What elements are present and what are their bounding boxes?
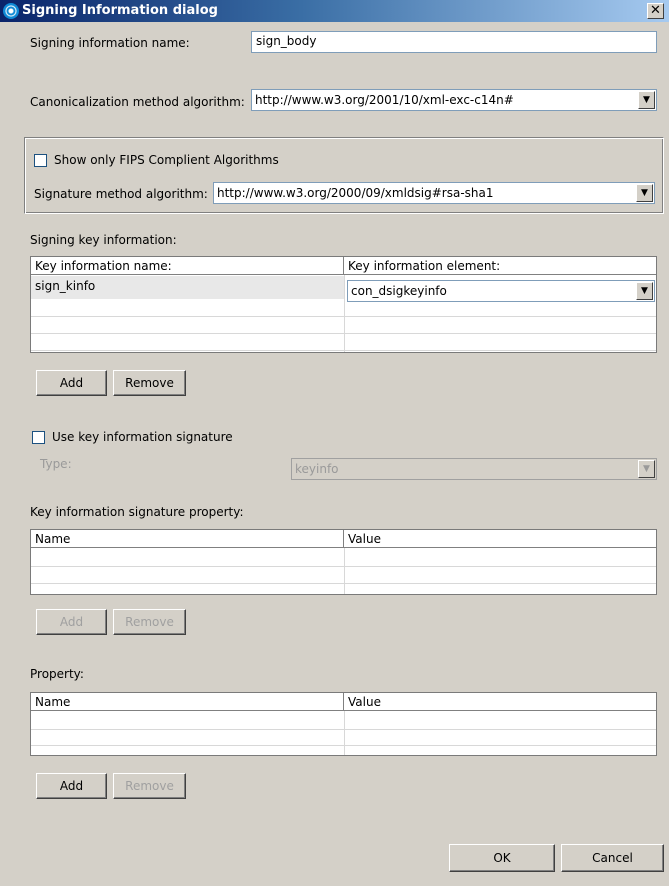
- signing-key-table[interactable]: Key information name: Key information el…: [30, 256, 657, 353]
- cancel-button[interactable]: Cancel: [561, 844, 664, 872]
- key-element-value: con_dsigkeyinfo: [351, 284, 447, 298]
- key-sig-property-label: Key information signature property:: [30, 505, 244, 519]
- type-select[interactable]: keyinfo ▼: [291, 458, 657, 480]
- property-remove-button[interactable]: Remove: [113, 773, 186, 799]
- chevron-down-icon[interactable]: ▼: [636, 184, 653, 202]
- ok-button[interactable]: OK: [449, 844, 555, 872]
- canonicalization-label: Canonicalization method algorithm:: [30, 95, 245, 109]
- property-label: Property:: [30, 667, 84, 681]
- key-sig-property-add-button[interactable]: Add: [36, 609, 107, 635]
- chevron-down-icon[interactable]: ▼: [636, 282, 653, 300]
- use-key-sig-checkbox[interactable]: [32, 431, 45, 444]
- dialog-title: Signing Information dialog: [22, 3, 218, 18]
- canonicalization-value: http://www.w3.org/2001/10/xml-exc-c14n#: [255, 93, 514, 107]
- use-key-sig-label: Use key information signature: [52, 430, 233, 444]
- table-header: Name Value: [31, 530, 656, 548]
- column-header-name[interactable]: Name: [31, 530, 344, 548]
- close-icon: ✕: [650, 3, 661, 18]
- signing-info-name-label: Signing information name:: [30, 36, 190, 50]
- signing-key-remove-button[interactable]: Remove: [113, 370, 186, 396]
- signature-method-value: http://www.w3.org/2000/09/xmldsig#rsa-sh…: [217, 186, 494, 200]
- signing-info-name-input[interactable]: sign_body: [251, 31, 657, 53]
- type-value: keyinfo: [295, 462, 339, 476]
- property-add-button[interactable]: Add: [36, 773, 107, 799]
- table-header: Name Value: [31, 693, 656, 711]
- fips-label: Show only FIPS Complient Algorithms: [54, 153, 279, 167]
- key-sig-property-table[interactable]: Name Value: [30, 529, 657, 595]
- signature-method-label: Signature method algorithm:: [34, 187, 208, 201]
- close-button[interactable]: ✕: [647, 3, 664, 19]
- column-header-value[interactable]: Value: [344, 693, 656, 711]
- type-label: Type:: [40, 457, 72, 471]
- key-sig-property-remove-button[interactable]: Remove: [113, 609, 186, 635]
- chevron-down-icon[interactable]: ▼: [638, 91, 655, 109]
- key-name-cell: sign_kinfo: [35, 279, 96, 293]
- title-bar: Signing Information dialog ✕: [0, 0, 669, 22]
- column-header-value[interactable]: Value: [344, 530, 656, 548]
- fips-checkbox[interactable]: [34, 154, 47, 167]
- canonicalization-select[interactable]: http://www.w3.org/2001/10/xml-exc-c14n# …: [251, 89, 657, 111]
- signature-method-select[interactable]: http://www.w3.org/2000/09/xmldsig#rsa-sh…: [213, 182, 655, 204]
- table-row[interactable]: sign_kinfo: [31, 276, 344, 299]
- column-header-name[interactable]: Name: [31, 693, 344, 711]
- key-element-select[interactable]: con_dsigkeyinfo ▼: [347, 280, 655, 302]
- property-table[interactable]: Name Value: [30, 692, 657, 756]
- signing-key-label: Signing key information:: [30, 233, 177, 247]
- table-header: Key information name: Key information el…: [31, 257, 656, 275]
- chevron-down-icon[interactable]: ▼: [638, 460, 655, 478]
- app-icon: [3, 3, 19, 19]
- signing-key-add-button[interactable]: Add: [36, 370, 107, 396]
- column-header-key-element[interactable]: Key information element:: [344, 257, 656, 275]
- column-header-key-name[interactable]: Key information name:: [31, 257, 344, 275]
